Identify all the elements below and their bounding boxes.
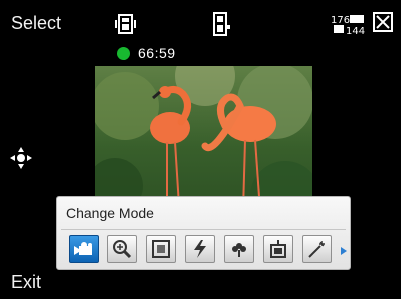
change-mode-panel: Change Mode — [56, 196, 351, 270]
navigation-pad-icon[interactable] — [10, 147, 32, 169]
light-frame-icon — [270, 240, 286, 258]
mode-button-zoom[interactable] — [107, 235, 137, 263]
exit-softkey[interactable]: Exit — [11, 272, 41, 293]
zoom-icon — [113, 240, 132, 259]
resolution-width-text: 176 — [331, 15, 350, 26]
resolution-indicator: 176 144 — [331, 15, 365, 37]
mode-button-light-frame[interactable] — [263, 235, 293, 263]
camcorder-screen: Select 176 144 66:59 Change Mode Exit — [0, 0, 401, 299]
video-camera-icon — [74, 242, 92, 255]
frame-icon — [152, 240, 170, 258]
resolution-height-text: 144 — [346, 26, 365, 37]
close-icon[interactable] — [373, 12, 393, 32]
recording-status-dot — [117, 46, 130, 60]
mode-button-macro[interactable] — [224, 235, 254, 263]
macro-flower-icon — [232, 243, 246, 257]
storage-icon — [213, 12, 230, 36]
mode-button-video[interactable] — [69, 235, 99, 263]
select-softkey[interactable]: Select — [11, 13, 61, 34]
record-time: 66:59 — [138, 45, 176, 61]
mode-panel-title: Change Mode — [66, 205, 154, 221]
mode-button-flash[interactable] — [185, 235, 215, 263]
effects-icon — [308, 241, 325, 258]
mode-button-frame[interactable] — [146, 235, 176, 263]
mode-toolbar — [69, 235, 352, 267]
mode-button-effects[interactable] — [302, 235, 332, 263]
divider — [61, 229, 346, 230]
sound-icon — [115, 14, 136, 34]
more-modes-arrow-icon[interactable] — [340, 246, 348, 256]
flash-icon — [194, 240, 206, 258]
record-status: 66:59 — [117, 44, 176, 62]
